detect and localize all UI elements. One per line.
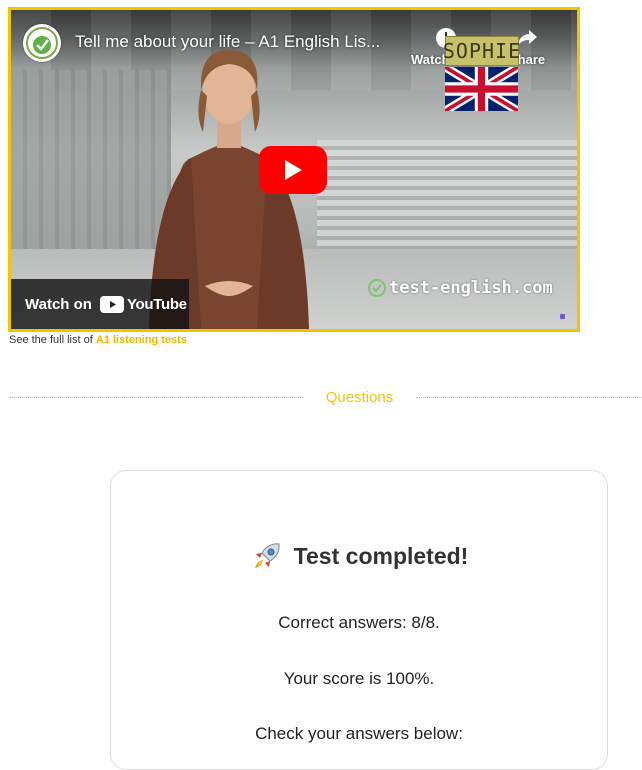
watermark-text: test-english.com	[389, 278, 553, 298]
channel-logo[interactable]	[23, 24, 61, 62]
score-text: Your score is 100%.	[283, 669, 435, 688]
watch-on-label: Watch on	[25, 295, 92, 313]
uk-flag-icon	[445, 67, 518, 111]
checkmark-logo-icon	[26, 27, 58, 59]
youtube-label: YouTube	[126, 295, 187, 313]
check-circle-icon	[368, 279, 386, 297]
full-list-prefix: See the full list of	[9, 334, 96, 346]
youtube-icon	[99, 295, 124, 313]
questions-heading: Questions	[325, 389, 394, 406]
divider-left	[9, 397, 303, 398]
play-icon	[285, 160, 302, 180]
video-title[interactable]: Tell me about your life – A1 English Lis…	[75, 32, 380, 52]
result-card: Test completed! Correct answers: 8/8. Yo…	[110, 470, 608, 770]
watermark: test-english.com	[367, 278, 553, 298]
result-title-row: Test completed!	[111, 539, 607, 573]
correct-answers-text: Correct answers: 8/8.	[278, 613, 440, 632]
divider-right	[416, 397, 642, 398]
full-list-note: See the full list of A1 listening tests	[9, 334, 187, 346]
youtube-logo: YouTube	[99, 295, 187, 313]
rocket-icon	[254, 543, 280, 568]
video-embed[interactable]: Tell me about your life – A1 English Lis…	[8, 7, 580, 332]
corner-marker	[560, 314, 565, 319]
check-answers-text: Check your answers below:	[255, 724, 463, 743]
result-title: Test completed!	[293, 542, 469, 569]
a1-listening-tests-link[interactable]: A1 listening tests	[96, 334, 187, 346]
watch-on-youtube-button[interactable]: Watch on YouTube	[11, 279, 189, 329]
play-button[interactable]	[259, 146, 327, 194]
speaker-name-badge: SOPHIE	[443, 36, 520, 66]
